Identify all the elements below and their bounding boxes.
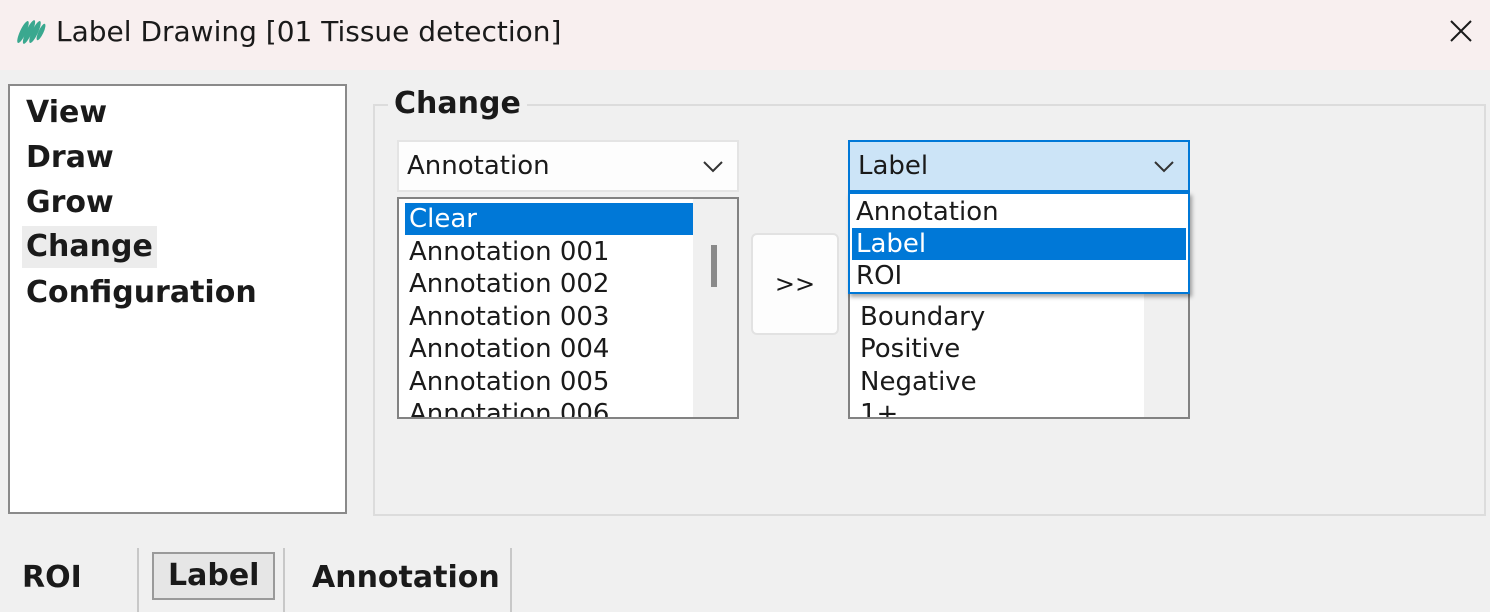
dropdown-option-roi[interactable]: ROI — [852, 260, 1186, 292]
source-item-list[interactable]: Clear Annotation 001 Annotation 002 Anno… — [397, 197, 739, 419]
app-logo-icon — [17, 20, 46, 44]
dropdown-option-annotation[interactable]: Annotation — [852, 196, 1186, 228]
list-item[interactable]: Boundary — [856, 301, 985, 333]
nav-item-grow[interactable]: Grow — [22, 182, 118, 224]
window-title: Label Drawing [01 Tissue detection] — [56, 15, 562, 48]
chevron-down-icon — [703, 161, 723, 173]
list-item[interactable]: Annotation 005 — [405, 366, 609, 398]
tab-label[interactable]: Label — [152, 552, 276, 600]
close-button[interactable] — [1436, 10, 1486, 54]
list-item[interactable]: Annotation 004 — [405, 333, 609, 365]
target-type-select[interactable]: Label — [848, 140, 1190, 192]
tab-annotation[interactable]: Annotation — [312, 556, 500, 600]
tab-divider — [137, 548, 139, 612]
scrollbar-thumb[interactable] — [711, 245, 717, 287]
tab-divider — [510, 548, 512, 612]
list-item[interactable]: Clear — [405, 203, 693, 235]
nav-item-configuration[interactable]: Configuration — [22, 272, 261, 314]
tool-category-list[interactable]: View Draw Grow Change Configuration — [8, 84, 347, 514]
change-group-title: Change — [388, 84, 527, 124]
nav-item-view[interactable]: View — [22, 92, 111, 134]
nav-item-change[interactable]: Change — [22, 226, 157, 268]
tab-roi[interactable]: ROI — [22, 556, 82, 600]
list-item[interactable]: Annotation 002 — [405, 268, 609, 300]
chevron-down-icon — [1154, 161, 1174, 173]
title-bar: Label Drawing [01 Tissue detection] — [0, 0, 1490, 70]
tab-divider — [283, 548, 285, 612]
target-type-value: Label — [858, 151, 929, 181]
move-button[interactable]: >> — [751, 233, 839, 335]
list-item[interactable]: Annotation 003 — [405, 301, 609, 333]
target-type-dropdown[interactable]: Annotation Label ROI — [848, 192, 1190, 294]
source-type-select[interactable]: Annotation — [397, 140, 739, 192]
nav-item-draw[interactable]: Draw — [22, 137, 118, 179]
dropdown-option-label[interactable]: Label — [852, 228, 1186, 260]
list-item[interactable]: Annotation 006 — [405, 398, 609, 417]
list-item[interactable]: 1+ — [856, 398, 898, 417]
list-item[interactable]: Positive — [856, 333, 960, 365]
list-item[interactable]: Negative — [856, 366, 977, 398]
source-type-value: Annotation — [407, 151, 550, 181]
close-icon — [1450, 20, 1472, 42]
list-item[interactable]: Annotation 001 — [405, 236, 609, 268]
source-list-scrollbar[interactable] — [693, 199, 737, 417]
